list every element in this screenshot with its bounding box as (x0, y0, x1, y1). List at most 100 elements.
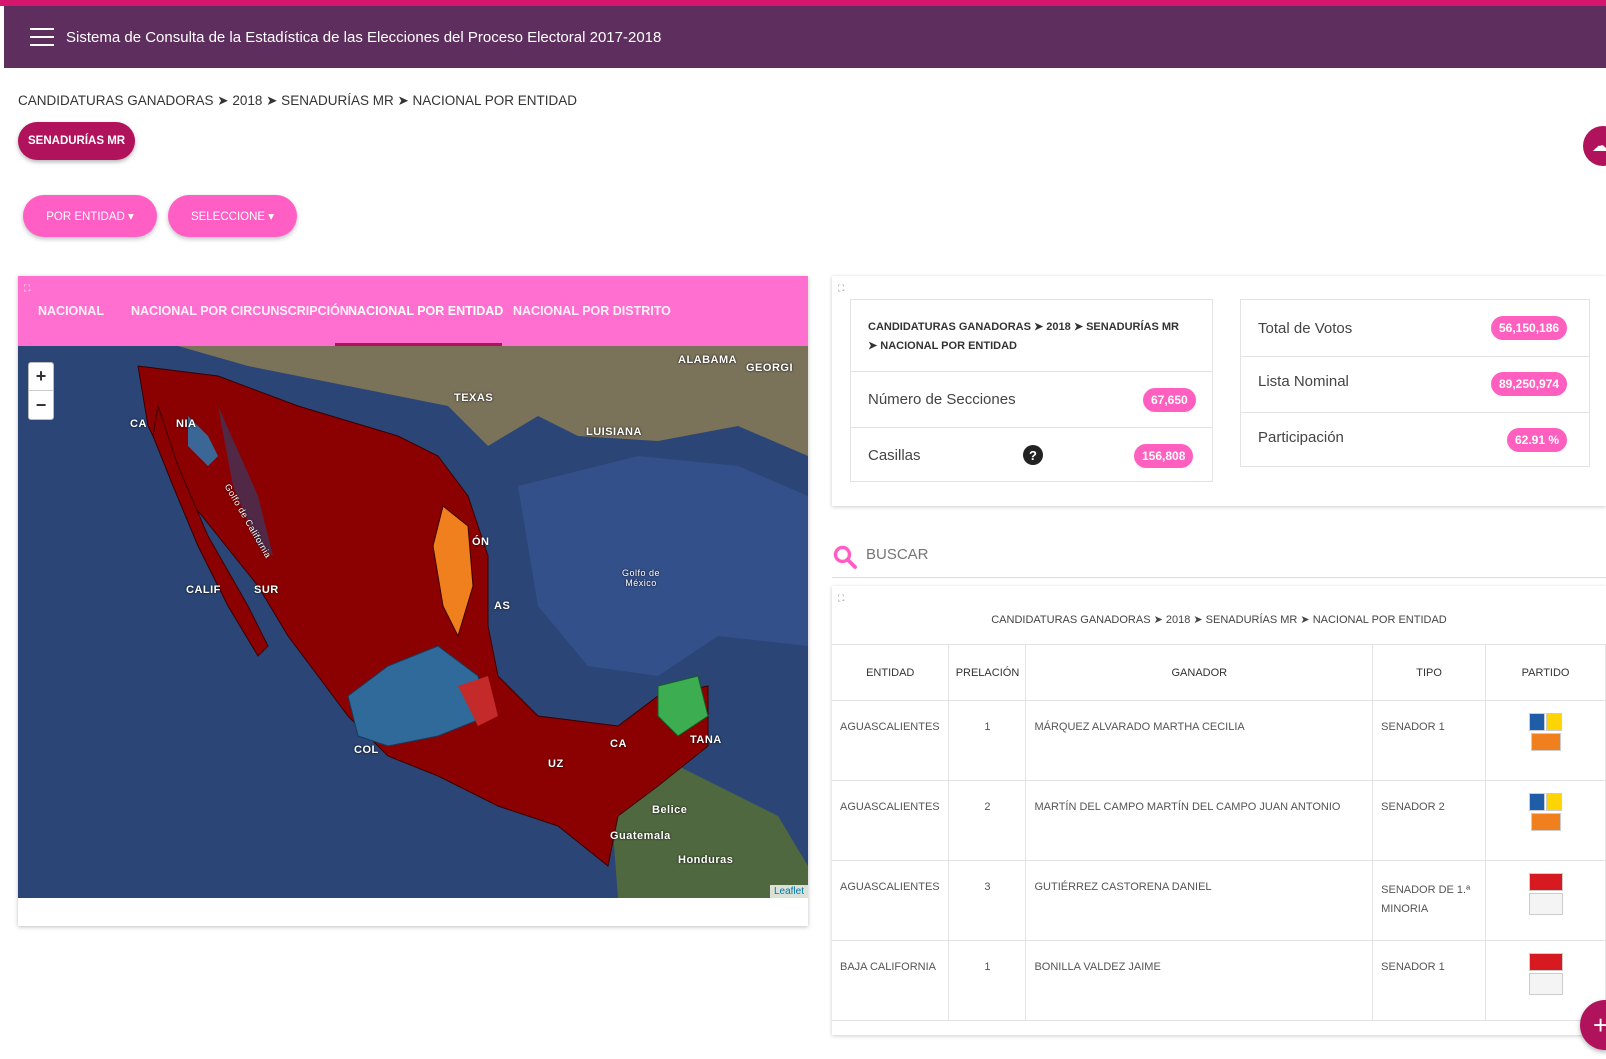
mc-logo-icon (1530, 813, 1561, 831)
entity-filter-button[interactable]: POR ENTIDAD ▾ (23, 195, 157, 237)
votos-badge: 56,150,186 (1491, 316, 1568, 340)
cell-prelacion: 1 (948, 940, 1027, 1021)
pan-logo-icon (1529, 793, 1546, 811)
cell-prelacion: 2 (948, 780, 1027, 861)
map-label: ALABAMA (678, 354, 738, 366)
cell-ganador: MARTÍN DEL CAMPO MARTÍN DEL CAMPO JUAN A… (1025, 780, 1374, 861)
pan-logo-icon (1529, 713, 1546, 731)
map-label: LUISIANA (586, 426, 642, 438)
results-table-card: ⛶ CANDIDATURAS GANADORAS ➤ 2018 ➤ SENADU… (832, 586, 1606, 1035)
results-table: ENTIDAD PRELACIÓN GANADOR TIPO PARTIDO A… (832, 644, 1606, 1021)
map-label: ÓN (472, 536, 490, 548)
participacion-badge: 62.91 % (1507, 428, 1568, 452)
cell-entidad: AGUASCALIENTES (832, 860, 950, 941)
map-label: SUR (254, 584, 279, 596)
expand-icon[interactable]: ⛶ (24, 284, 30, 293)
secciones-label: Número de Secciones (868, 391, 1016, 408)
cell-entidad: AGUASCALIENTES (832, 780, 950, 861)
pes-logo-icon (1528, 893, 1563, 915)
casillas-label: Casillas (868, 447, 921, 464)
expand-icon[interactable]: ⛶ (838, 594, 844, 603)
cell-ganador: GUTIÉRREZ CASTORENA DANIEL (1025, 860, 1374, 941)
stats-breadcrumb: CANDIDATURAS GANADORAS ➤ 2018 ➤ SENADURÍ… (868, 321, 1179, 352)
cell-tipo: SENADOR 1 (1372, 700, 1487, 781)
header-ganador[interactable]: GANADOR (1025, 644, 1374, 701)
cell-partido (1485, 780, 1606, 861)
table-row[interactable]: AGUASCALIENTES 2 MARTÍN DEL CAMPO MARTÍN… (832, 780, 1606, 861)
table-row[interactable]: BAJA CALIFORNIA 1 BONILLA VALDEZ JAIME S… (832, 940, 1606, 1021)
votos-row: Total de Votos 56,150,186 (1241, 300, 1589, 357)
tab-nacional[interactable]: NACIONAL (38, 304, 104, 318)
map-label: CALIF (186, 584, 221, 596)
lista-badge: 89,250,974 (1491, 372, 1568, 396)
casillas-row: Casillas ? 156,808 (851, 428, 1212, 483)
map-label: CA (610, 738, 627, 750)
cell-partido (1485, 700, 1606, 781)
map-label: TEXAS (454, 392, 494, 404)
breadcrumb: CANDIDATURAS GANADORAS ➤ 2018 ➤ SENADURÍ… (18, 93, 578, 108)
cell-partido (1485, 860, 1606, 941)
tab-bar: ⛶ NACIONAL NACIONAL POR CIRCUNSCRIPCIÓN … (18, 276, 808, 346)
cell-entidad: AGUASCALIENTES (832, 700, 950, 781)
search-icon[interactable] (832, 544, 858, 570)
cell-prelacion: 1 (948, 700, 1027, 781)
header-tipo[interactable]: TIPO (1372, 644, 1487, 701)
cell-ganador: MÁRQUEZ ALVARADO MARTHA CECILIA (1025, 700, 1374, 781)
election-type-pill[interactable]: SENADURÍAS MR (18, 122, 136, 160)
map-label: NIA (176, 418, 197, 430)
expand-icon[interactable]: ⛶ (838, 284, 844, 293)
map-label: UZ (548, 758, 564, 770)
app-bar: Sistema de Consulta de la Estadística de… (4, 6, 1606, 68)
cell-tipo: SENADOR 2 (1372, 780, 1487, 861)
table-header-row: ENTIDAD PRELACIÓN GANADOR TIPO PARTIDO (832, 644, 1606, 701)
help-icon[interactable]: ? (1023, 445, 1043, 465)
prd-logo-icon (1546, 713, 1563, 731)
table-title: CANDIDATURAS GANADORAS ➤ 2018 ➤ SENADURÍ… (991, 614, 1447, 626)
cell-entidad: BAJA CALIFORNIA (832, 940, 950, 1021)
app-title: Sistema de Consulta de la Estadística de… (66, 28, 662, 46)
header-prelacion[interactable]: PRELACIÓN (948, 644, 1027, 701)
party-logo-pan-prd-mc (1486, 713, 1605, 751)
participacion-label: Participación (1258, 429, 1344, 446)
cell-ganador: BONILLA VALDEZ JAIME (1025, 940, 1374, 1021)
participacion-row: Participación 62.91 % (1241, 413, 1589, 468)
stats-right-panel: Total de Votos 56,150,186 Lista Nominal … (1240, 299, 1590, 467)
header-partido[interactable]: PARTIDO (1485, 644, 1606, 701)
menu-icon[interactable] (30, 28, 54, 46)
table-row[interactable]: AGUASCALIENTES 3 GUTIÉRREZ CASTORENA DAN… (832, 860, 1606, 941)
leaflet-attribution-link[interactable]: Leaflet (769, 885, 808, 898)
select-filter-button[interactable]: SELECCIONE ▾ (168, 195, 297, 237)
zoom-out-button[interactable]: − (29, 391, 53, 419)
lista-row: Lista Nominal 89,250,974 (1241, 357, 1589, 413)
tab-nacional-distrito[interactable]: NACIONAL POR DISTRITO (513, 304, 671, 318)
zoom-in-button[interactable]: + (29, 363, 53, 391)
stats-breadcrumb-row: CANDIDATURAS GANADORAS ➤ 2018 ➤ SENADURÍ… (851, 300, 1212, 372)
cell-tipo: SENADOR DE 1.ª MINORIA (1372, 860, 1487, 941)
stats-card: ⛶ CANDIDATURAS GANADORAS ➤ 2018 ➤ SENADU… (832, 276, 1606, 506)
map-label: Belice (652, 804, 688, 816)
prd-logo-icon (1546, 793, 1563, 811)
map-view[interactable]: + − ALABAMA GEORGI TEXAS LUISIANA CA NIA… (18, 346, 808, 898)
tab-nacional-circunscripcion[interactable]: NACIONAL POR CIRCUNSCRIPCIÓN (131, 304, 349, 318)
map-card: ⛶ NACIONAL NACIONAL POR CIRCUNSCRIPCIÓN … (18, 276, 808, 926)
search-bar (832, 540, 1606, 578)
map-label: CA (130, 418, 147, 430)
header-entidad[interactable]: ENTIDAD (832, 644, 950, 701)
stats-left-panel: CANDIDATURAS GANADORAS ➤ 2018 ➤ SENADURÍ… (850, 299, 1213, 482)
party-logo-pt-morena-pes (1486, 953, 1605, 995)
secciones-badge: 67,650 (1143, 388, 1196, 412)
table-row[interactable]: AGUASCALIENTES 1 MÁRQUEZ ALVARADO MARTHA… (832, 700, 1606, 781)
map-label: AS (494, 600, 511, 612)
map-label: COL (354, 744, 379, 756)
pt-morena-logo-icon (1528, 953, 1563, 971)
tab-nacional-entidad[interactable]: NACIONAL POR ENTIDAD (348, 304, 503, 318)
pt-morena-logo-icon (1528, 873, 1563, 891)
votos-label: Total de Votos (1258, 320, 1353, 337)
download-button[interactable]: ☁ (1583, 126, 1606, 166)
cell-prelacion: 3 (948, 860, 1027, 941)
cell-tipo: SENADOR 1 (1372, 940, 1487, 1021)
mc-logo-icon (1530, 733, 1561, 751)
map-label: TANA (690, 734, 722, 746)
search-input[interactable] (866, 546, 1466, 563)
casillas-badge: 156,808 (1134, 444, 1194, 468)
